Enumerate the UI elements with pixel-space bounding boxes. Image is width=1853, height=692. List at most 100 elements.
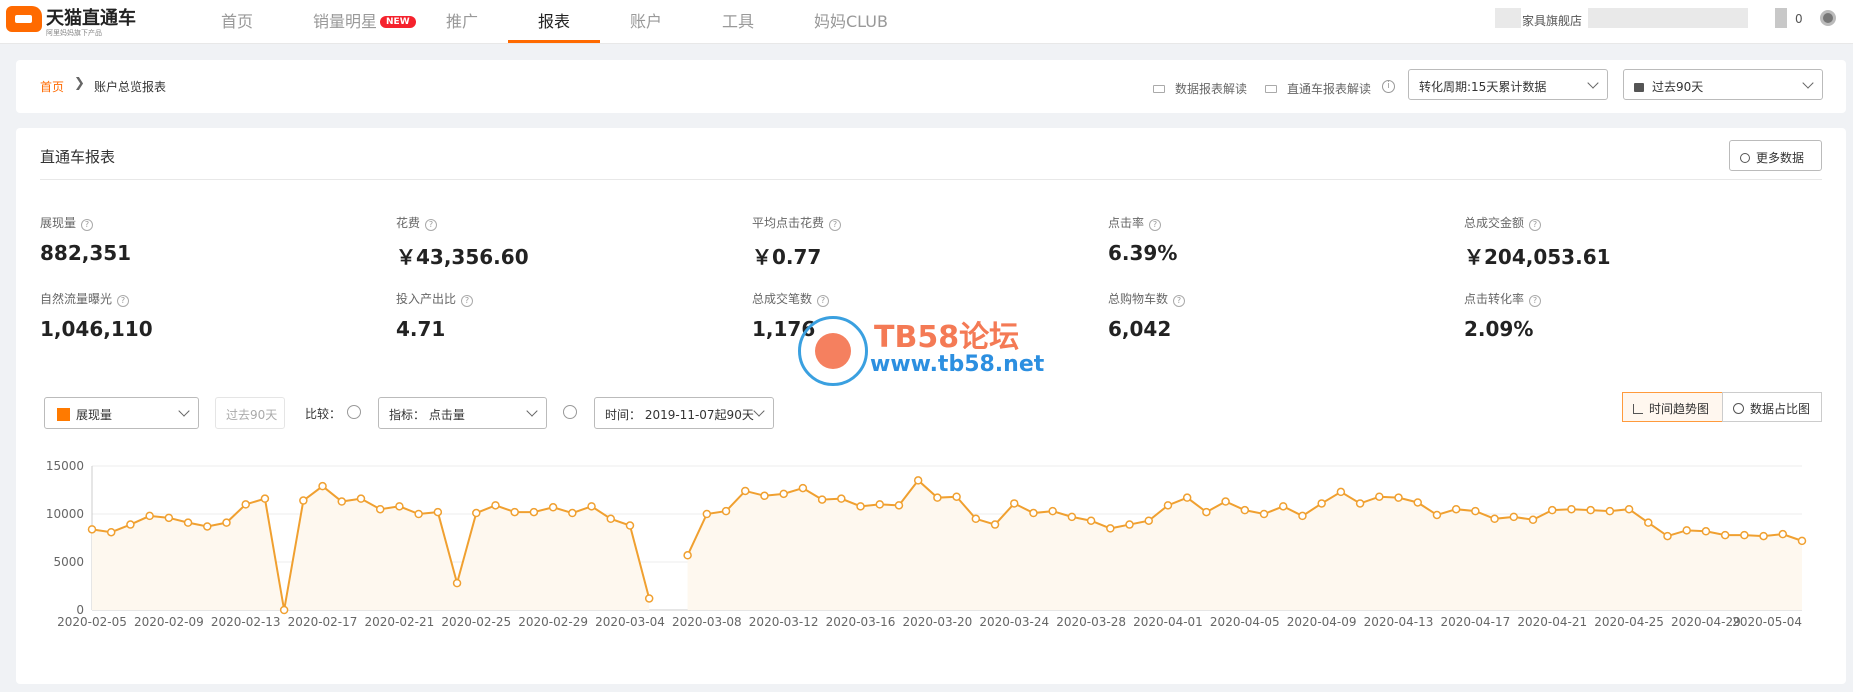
- data-point: [721, 506, 731, 516]
- data-point: [529, 507, 539, 517]
- help-icon[interactable]: ?: [1529, 219, 1542, 231]
- data-point: [837, 494, 846, 503]
- time-range-select[interactable]: 时间： 2019-11-07起90天: [594, 397, 774, 429]
- x-tick-label: 2020-03-08: [672, 615, 742, 629]
- gear-icon: [1740, 153, 1750, 163]
- metric-value: 6.39%: [1108, 241, 1178, 265]
- data-point: [433, 507, 443, 517]
- date-range-select[interactable]: 过去90天: [1623, 69, 1823, 100]
- nav-promotion[interactable]: 推广: [446, 8, 478, 32]
- data-point: [1490, 514, 1499, 524]
- data-point: [164, 513, 174, 523]
- help-icon[interactable]: ?: [817, 295, 830, 307]
- redacted-text: [1775, 8, 1787, 28]
- chevron-down-icon: [1587, 77, 1599, 89]
- compare-time-radio[interactable]: [563, 405, 577, 419]
- x-tick-label: 2020-02-09: [134, 615, 204, 629]
- data-point: [106, 527, 116, 537]
- y-tick-label: 5000: [53, 555, 84, 569]
- data-point: [375, 504, 385, 514]
- user-avatar-icon[interactable]: [1820, 10, 1836, 26]
- nav-home[interactable]: 首页: [221, 8, 253, 32]
- active-nav-indicator: [508, 40, 600, 43]
- help-icon[interactable]: ?: [425, 219, 438, 231]
- indicator-select[interactable]: 指标： 点击量: [378, 397, 547, 429]
- data-point: [990, 520, 1000, 529]
- data-point: [1048, 506, 1057, 516]
- data-point: [702, 509, 712, 519]
- metric-label: 自然流量曝光?: [40, 290, 130, 307]
- notification-count[interactable]: 0: [1795, 12, 1803, 26]
- metric-value: 6,042: [1108, 317, 1172, 341]
- data-point: [1471, 506, 1480, 516]
- breadcrumb-home[interactable]: 首页: [40, 78, 64, 95]
- more-data-button[interactable]: 更多数据: [1729, 140, 1822, 171]
- help-icon[interactable]: ?: [829, 219, 842, 231]
- data-point: [1509, 512, 1519, 522]
- data-point: [1720, 530, 1730, 540]
- series-color-swatch: [57, 408, 70, 421]
- chevron-down-icon: [526, 405, 538, 417]
- x-tick-label: 2020-04-29: [1671, 615, 1741, 629]
- data-point: [1759, 531, 1768, 541]
- chevron-down-icon: [178, 405, 190, 417]
- data-point: [1375, 492, 1384, 501]
- time-trend-view-button[interactable]: 时间趋势图: [1622, 392, 1723, 422]
- compare-metric-radio[interactable]: [347, 405, 361, 419]
- data-point: [183, 518, 193, 527]
- info-icon[interactable]: i: [1382, 80, 1395, 93]
- help-icon[interactable]: ?: [461, 295, 474, 307]
- nav-tools[interactable]: 工具: [722, 8, 754, 32]
- ztc-report-guide-link[interactable]: 直通车报表解读: [1265, 80, 1371, 97]
- data-point: [1413, 498, 1422, 507]
- conversion-period-select[interactable]: 转化周期:15天累计数据: [1408, 69, 1608, 100]
- data-point: [1605, 506, 1615, 516]
- help-icon[interactable]: ?: [81, 219, 94, 231]
- metric-value: 4.71: [396, 317, 446, 341]
- data-report-guide-link[interactable]: 数据报表解读: [1153, 80, 1247, 97]
- help-icon[interactable]: ?: [1149, 219, 1162, 231]
- data-point: [760, 491, 769, 501]
- help-icon[interactable]: ?: [1529, 295, 1542, 307]
- data-point: [279, 605, 289, 615]
- data-point: [87, 525, 97, 534]
- data-point: [856, 502, 865, 511]
- help-icon[interactable]: ?: [117, 295, 130, 307]
- chevron-right-icon: ❯: [74, 76, 85, 91]
- chevron-down-icon: [1802, 77, 1814, 89]
- nav-reports[interactable]: 报表: [538, 8, 570, 32]
- metric-label: 花费?: [396, 214, 438, 231]
- nav-sales-star[interactable]: 销量明星 NEW: [313, 8, 416, 32]
- nav-account[interactable]: 账户: [630, 8, 662, 32]
- brand-logo[interactable]: 天猫直通车 阿里妈妈旗下产品: [6, 2, 136, 40]
- data-point: [625, 521, 635, 530]
- data-point: [1106, 524, 1115, 533]
- metric-label: 投入产出比?: [396, 290, 474, 307]
- x-tick-label: 2020-02-21: [365, 615, 435, 629]
- x-tick-label: 2020-04-13: [1364, 615, 1434, 629]
- x-tick-label: 2020-02-25: [441, 615, 511, 629]
- data-point: [894, 501, 904, 510]
- data-point: [741, 486, 750, 496]
- nav-mama-club[interactable]: 妈妈CLUB: [814, 8, 888, 32]
- data-point: [1586, 505, 1595, 515]
- data-point: [683, 551, 692, 560]
- data-point: [472, 508, 481, 518]
- calendar-icon: [1634, 83, 1644, 92]
- data-point: [491, 501, 500, 510]
- compare-period-field[interactable]: 过去90天: [215, 397, 285, 429]
- metric-label: 平均点击花费?: [752, 214, 842, 231]
- divider: [40, 179, 1822, 180]
- x-tick-label: 2020-04-01: [1133, 615, 1203, 629]
- data-point: [548, 503, 558, 512]
- data-point: [644, 594, 654, 603]
- share-view-button[interactable]: 数据占比图: [1722, 392, 1822, 422]
- video-icon: [1265, 85, 1277, 93]
- y-tick-label: 10000: [46, 507, 84, 521]
- data-point: [1009, 499, 1019, 508]
- chart-metric-select[interactable]: 展现量: [44, 397, 199, 429]
- shop-name[interactable]: 家具旗舰店: [1522, 12, 1582, 29]
- data-point: [1298, 511, 1307, 521]
- help-icon[interactable]: ?: [1173, 295, 1186, 307]
- impressions-trend-chart: 0500010000150002020-02-05 2020-02-09 2020-…: [46, 459, 1807, 629]
